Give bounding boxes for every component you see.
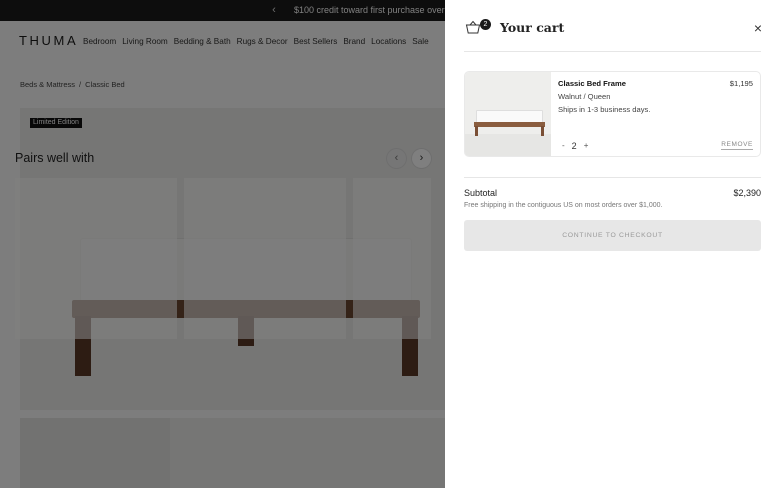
subtotal-value: $2,390 bbox=[733, 188, 761, 198]
cart-line-item: Classic Bed Frame $1,195 Walnut / Queen … bbox=[464, 71, 761, 157]
item-price: $1,195 bbox=[729, 79, 753, 88]
cart-header: 2 Your cart × bbox=[445, 0, 781, 52]
thumb-floor bbox=[465, 134, 551, 156]
item-name[interactable]: Classic Bed Frame bbox=[558, 79, 626, 89]
cart-drawer: 2 Your cart × Classic Bed Frame $1,195 W… bbox=[445, 0, 781, 488]
qty-increase-button[interactable]: + bbox=[584, 141, 589, 151]
subtotal-divider bbox=[464, 177, 761, 178]
header-divider bbox=[464, 51, 761, 52]
cart-title: Your cart bbox=[500, 20, 565, 35]
close-icon[interactable]: × bbox=[751, 21, 765, 35]
free-shipping-note: Free shipping in the contiguous US on mo… bbox=[464, 202, 663, 209]
thumb-leg bbox=[475, 126, 478, 136]
item-variant: Walnut / Queen bbox=[558, 92, 611, 101]
item-shipping-note: Ships in 1-3 business days. bbox=[558, 105, 651, 114]
cart-icon[interactable] bbox=[465, 20, 481, 34]
cart-count-badge: 2 bbox=[480, 19, 491, 30]
subtotal-label: Subtotal bbox=[464, 188, 498, 198]
remove-button[interactable]: REMOVE bbox=[721, 140, 753, 150]
qty-decrease-button[interactable]: - bbox=[562, 141, 565, 151]
thumb-frame bbox=[474, 122, 545, 127]
quantity-stepper: - 2 + bbox=[562, 141, 588, 151]
checkout-button[interactable]: CONTINUE TO CHECKOUT bbox=[464, 220, 761, 251]
thumb-leg bbox=[541, 126, 544, 136]
qty-value: 2 bbox=[571, 141, 577, 151]
item-thumbnail[interactable] bbox=[465, 72, 551, 156]
